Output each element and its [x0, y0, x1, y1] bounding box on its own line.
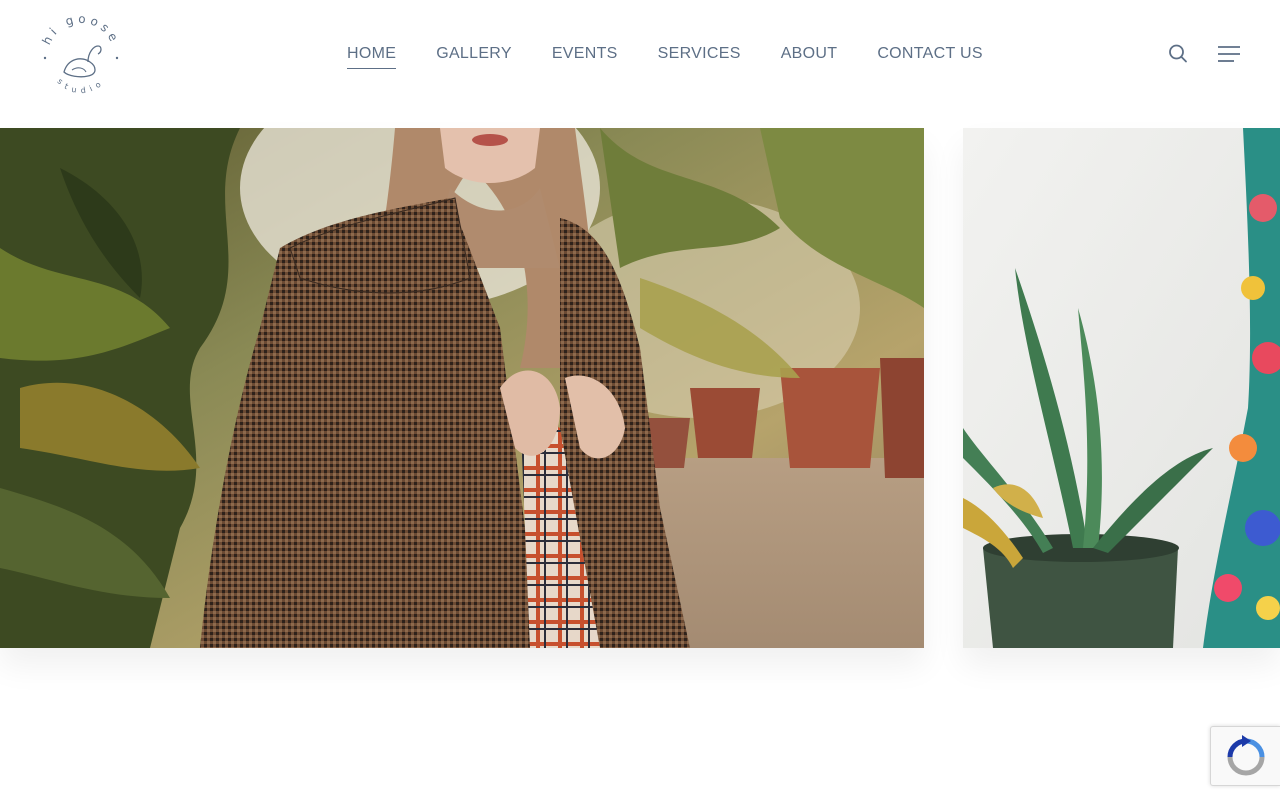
main-navigation: HOME GALLERY EVENTS SERVICES ABOUT CONTA… — [347, 44, 983, 69]
logo-text-top: hi goose — [39, 12, 118, 47]
secondary-slide-photo[interactable] — [963, 128, 1280, 648]
svg-text:hi goose: hi goose — [39, 12, 122, 47]
logo-text-bottom: studio — [55, 77, 101, 96]
nav-item-events[interactable]: EVENTS — [552, 44, 618, 69]
fashion-photo-image — [0, 128, 924, 648]
recaptcha-badge[interactable] — [1210, 726, 1280, 786]
aloe-photo-image — [963, 128, 1280, 648]
nav-item-services[interactable]: SERVICES — [658, 44, 741, 69]
nav-item-gallery[interactable]: GALLERY — [436, 44, 512, 69]
site-header: hi goose studio HOME GALLERY EVENTS SERV… — [0, 0, 1280, 128]
nav-item-about[interactable]: ABOUT — [781, 44, 838, 69]
menu-button[interactable] — [1217, 45, 1241, 63]
search-icon — [1169, 44, 1187, 63]
hamburger-menu-icon — [1218, 46, 1240, 62]
svg-text:studio: studio — [55, 77, 106, 96]
hi-goose-studio-logo[interactable]: hi goose studio — [38, 12, 124, 98]
logo-mark: hi goose studio — [39, 12, 122, 96]
recaptcha-icon — [1227, 735, 1265, 776]
search-button[interactable] — [1168, 43, 1188, 65]
hero-slide-photo[interactable] — [0, 128, 924, 648]
nav-item-home[interactable]: HOME — [347, 44, 397, 69]
nav-item-contact-us[interactable]: CONTACT US — [877, 44, 983, 69]
